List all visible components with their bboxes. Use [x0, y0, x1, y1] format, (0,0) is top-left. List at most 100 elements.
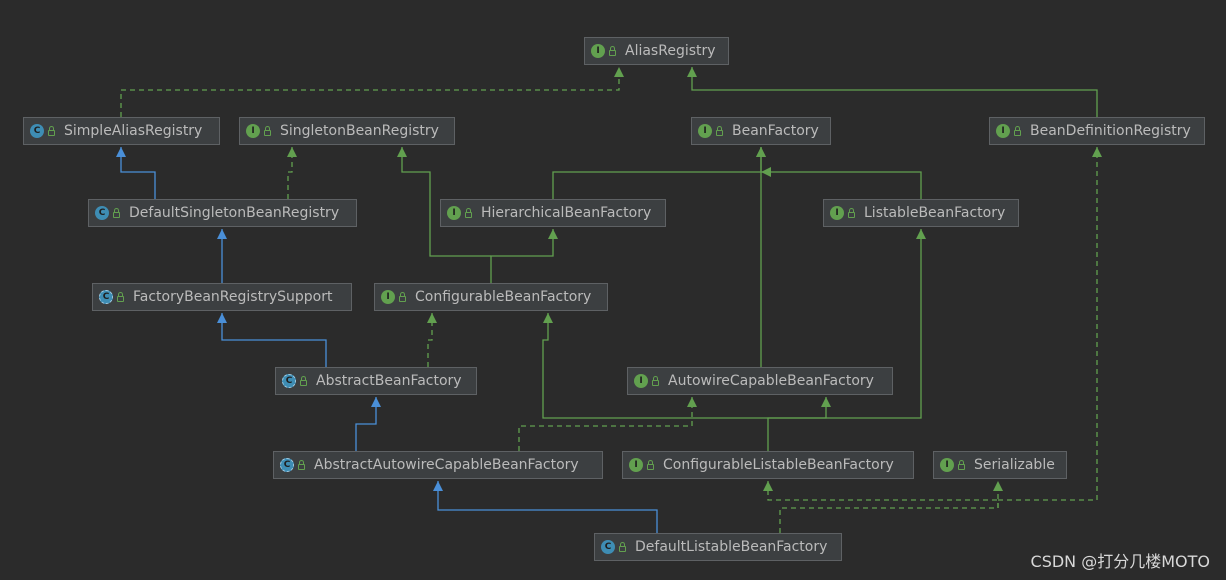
node-label: AutowireCapableBeanFactory — [668, 373, 874, 389]
edge-line — [691, 67, 1098, 117]
edge-DefaultListableBeanFactory-to-ConfigurableListableBeanFactory — [763, 481, 999, 533]
edge-DefaultListableBeanFactory-to-Serializable — [993, 481, 1003, 508]
public-visibility-icon — [399, 291, 406, 302]
node-label: FactoryBeanRegistrySupport — [133, 289, 333, 305]
public-visibility-icon — [609, 45, 616, 56]
node-label: AbstractBeanFactory — [316, 373, 462, 389]
node-label: BeanFactory — [732, 123, 819, 139]
node-configurable-bean-factory[interactable]: I ConfigurableBeanFactory — [374, 283, 608, 311]
edge-ConfigurableBeanFactory-to-HierarchicalBeanFactory — [490, 229, 558, 283]
abstract-class-icon: C — [99, 290, 113, 304]
node-abstract-autowire-capable-bean-factory[interactable]: C AbstractAutowireCapableBeanFactory — [273, 451, 603, 479]
edge-BeanDefinitionRegistry-to-AliasRegistry — [687, 67, 1098, 117]
edge-line — [552, 147, 762, 199]
node-label: ConfigurableBeanFactory — [415, 289, 592, 305]
edge-FactoryBeanRegistrySupport-to-DefaultSingletonBeanRegistry — [217, 229, 227, 283]
edge-ConfigurableListableBeanFactory-to-AutowireCapableBeanFactory — [767, 397, 831, 451]
public-visibility-icon — [958, 459, 965, 470]
edge-arrowhead — [687, 67, 697, 77]
node-label: SingletonBeanRegistry — [280, 123, 439, 139]
interface-icon: I — [591, 44, 605, 58]
interface-icon: I — [447, 206, 461, 220]
node-alias-registry[interactable]: I AliasRegistry — [584, 37, 729, 65]
edge-SimpleAliasRegistry-to-AliasRegistry — [120, 67, 624, 117]
public-visibility-icon — [300, 375, 307, 386]
public-visibility-icon — [113, 207, 120, 218]
node-default-singleton-bean-registry[interactable]: C DefaultSingletonBeanRegistry — [88, 199, 357, 227]
edge-arrowhead — [433, 481, 443, 491]
edge-arrowhead — [548, 229, 558, 239]
interface-icon: I — [940, 458, 954, 472]
node-label: AliasRegistry — [625, 43, 716, 59]
edge-AbstractAutowireCapableBeanFactory-to-AbstractBeanFactory — [355, 397, 381, 451]
node-default-listable-bean-factory[interactable]: C DefaultListableBeanFactory — [594, 533, 842, 561]
class-diagram: I AliasRegistry C SimpleAliasRegistry I Singl… — [0, 0, 1226, 580]
edge-arrowhead — [217, 229, 227, 239]
public-visibility-icon — [298, 459, 305, 470]
node-listable-bean-factory[interactable]: I ListableBeanFactory — [823, 199, 1019, 227]
public-visibility-icon — [652, 375, 659, 386]
public-visibility-icon — [848, 207, 855, 218]
edge-arrowhead — [397, 147, 407, 157]
node-serializable[interactable]: I Serializable — [933, 451, 1067, 479]
interface-icon: I — [698, 124, 712, 138]
abstract-class-icon: C — [282, 374, 296, 388]
node-label: SimpleAliasRegistry — [64, 123, 203, 139]
edge-AutowireCapableBeanFactory-to-BeanFactory — [756, 147, 766, 367]
edge-AbstractBeanFactory-to-ConfigurableBeanFactory — [427, 313, 437, 367]
public-visibility-icon — [1014, 125, 1021, 136]
interface-icon: I — [634, 374, 648, 388]
edge-line — [221, 313, 327, 367]
edge-line — [518, 397, 693, 451]
edge-AbstractBeanFactory-to-FactoryBeanRegistrySupport — [217, 313, 327, 367]
node-bean-definition-registry[interactable]: I BeanDefinitionRegistry — [989, 117, 1205, 145]
edge-line — [767, 397, 827, 451]
edge-ConfigurableListableBeanFactory-to-ConfigurableBeanFactory — [542, 313, 768, 419]
edge-arrowhead — [1092, 147, 1102, 157]
public-visibility-icon — [647, 459, 654, 470]
edge-arrowhead — [763, 481, 773, 491]
interface-icon: I — [381, 290, 395, 304]
edge-arrowhead — [916, 229, 926, 239]
edge-arrowhead — [217, 313, 227, 323]
node-label: BeanDefinitionRegistry — [1030, 123, 1191, 139]
public-visibility-icon — [716, 125, 723, 136]
edge-arrowhead — [761, 167, 771, 177]
public-visibility-icon — [619, 541, 626, 552]
interface-icon: I — [246, 124, 260, 138]
edge-line — [120, 67, 620, 117]
edge-arrowhead — [543, 313, 553, 323]
interface-icon: I — [629, 458, 643, 472]
edge-DefaultListableBeanFactory-to-AbstractAutowireCapableBeanFactory — [433, 481, 658, 533]
class-icon: C — [95, 206, 109, 220]
edge-arrowhead — [756, 147, 766, 157]
public-visibility-icon — [117, 291, 124, 302]
edge-arrowhead — [287, 147, 297, 157]
node-simple-alias-registry[interactable]: C SimpleAliasRegistry — [23, 117, 220, 145]
edge-line — [542, 313, 768, 419]
node-label: DefaultListableBeanFactory — [635, 539, 828, 555]
public-visibility-icon — [48, 125, 55, 136]
node-autowire-capable-bean-factory[interactable]: I AutowireCapableBeanFactory — [627, 367, 893, 395]
node-label: AbstractAutowireCapableBeanFactory — [314, 457, 579, 473]
edge-arrowhead — [614, 67, 624, 77]
node-singleton-bean-registry[interactable]: I SingletonBeanRegistry — [239, 117, 455, 145]
edge-DefaultSingletonBeanRegistry-to-SingletonBeanRegistry — [287, 147, 297, 199]
node-bean-factory[interactable]: I BeanFactory — [691, 117, 831, 145]
edge-line — [761, 171, 922, 199]
node-abstract-bean-factory[interactable]: C AbstractBeanFactory — [275, 367, 477, 395]
edge-line — [490, 229, 554, 283]
edge-ListableBeanFactory-to-BeanFactory — [761, 167, 922, 199]
node-hierarchical-bean-factory[interactable]: I HierarchicalBeanFactory — [440, 199, 666, 227]
node-factory-bean-registry-support[interactable]: C FactoryBeanRegistrySupport — [92, 283, 352, 311]
interface-icon: I — [996, 124, 1010, 138]
edge-arrowhead — [371, 397, 381, 407]
abstract-class-icon: C — [280, 458, 294, 472]
node-label: ListableBeanFactory — [864, 205, 1006, 221]
edge-arrowhead — [993, 481, 1003, 491]
node-label: ConfigurableListableBeanFactory — [663, 457, 894, 473]
class-icon: C — [30, 124, 44, 138]
node-configurable-listable-bean-factory[interactable]: I ConfigurableListableBeanFactory — [622, 451, 914, 479]
edge-arrowhead — [427, 313, 437, 323]
node-label: HierarchicalBeanFactory — [481, 205, 652, 221]
